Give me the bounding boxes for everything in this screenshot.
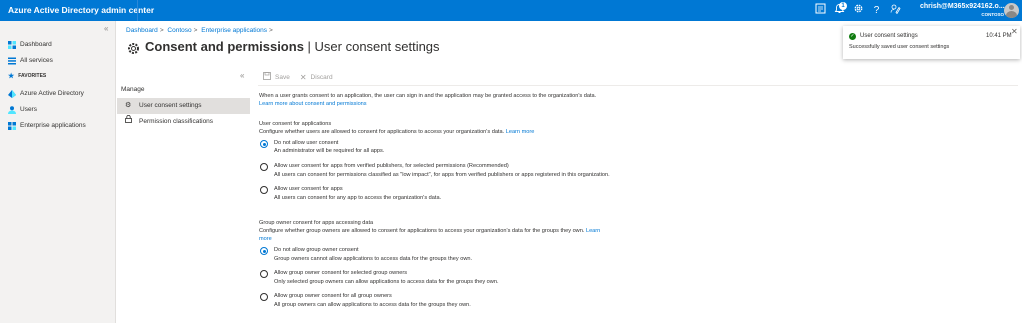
sidebar-item-enterprise-applications[interactable]: Enterprise applications <box>8 120 86 131</box>
group-consent-description: Configure whether group owners are allow… <box>259 228 600 236</box>
success-check-icon: ✓ <box>849 33 856 40</box>
breadcrumb-link-contoso[interactable]: Contoso <box>167 27 191 34</box>
breadcrumb-link-dashboard[interactable]: Dashboard <box>126 27 158 34</box>
option-label[interactable]: Allow group owner consent for selected g… <box>274 270 407 278</box>
sidebar-item-label: Dashboard <box>20 41 52 48</box>
gear-icon <box>126 41 141 56</box>
save-icon <box>263 72 271 82</box>
toast-time: 10:41 PM <box>986 33 1012 39</box>
sidebar-item-label: All services <box>20 57 53 64</box>
user-consent-heading: User consent for applications <box>259 121 332 127</box>
radio-do-not-allow-user-consent[interactable] <box>260 140 268 148</box>
tenant-name: CONTOSO <box>981 12 1004 17</box>
account-menu[interactable]: chrish@M365x924162.o... CONTOSO <box>920 2 1005 20</box>
radio-allow-all-group-owners[interactable] <box>260 293 268 301</box>
option-label[interactable]: Do not allow group owner consent <box>274 247 359 255</box>
group-consent-heading: Group owner consent for apps accessing d… <box>259 220 374 226</box>
notification-count-badge: 1 <box>839 2 847 10</box>
radio-do-not-allow-group-owner-consent[interactable] <box>260 247 268 255</box>
radio-allow-selected-group-owners[interactable] <box>260 270 268 278</box>
toolbar-divider <box>258 85 1018 86</box>
feedback-icon[interactable] <box>888 3 903 18</box>
close-icon[interactable]: ✕ <box>1011 27 1018 36</box>
toast-message: Successfully saved user consent settings <box>849 44 950 50</box>
radio-allow-verified-publishers[interactable] <box>260 163 268 171</box>
option-description: All users can consent for permissions cl… <box>274 172 610 178</box>
portal-feedback-icon[interactable] <box>813 3 828 18</box>
menu-item-user-consent-settings[interactable]: ⚙ User consent settings <box>117 98 250 114</box>
sidebar-item-azure-active-directory[interactable]: Azure Active Directory <box>8 88 84 99</box>
lock-icon <box>125 114 134 130</box>
breadcrumb-separator: > <box>193 27 198 34</box>
top-bar: Azure Active Directory admin center 1 ? … <box>0 0 1022 21</box>
group-consent-more-link[interactable]: more <box>259 236 272 244</box>
notification-toast[interactable]: ✓ User consent settings 10:41 PM ✕ Succe… <box>843 26 1020 59</box>
option-description: Group owners cannot allow applications t… <box>274 256 473 262</box>
toast-title: User consent settings <box>860 33 918 39</box>
portal-title[interactable]: Azure Active Directory admin center <box>8 5 154 15</box>
sidebar-item-label: Azure Active Directory <box>20 90 84 97</box>
menu-item-label: Permission classifications <box>139 118 214 125</box>
option-label[interactable]: Allow group owner consent for all group … <box>274 293 392 301</box>
group-consent-learn-link[interactable]: Learn <box>586 228 600 234</box>
menu-section-label: Manage <box>121 86 145 93</box>
radio-allow-user-consent[interactable] <box>260 186 268 194</box>
intro-text: When a user grants consent to an applica… <box>259 93 597 99</box>
page-title-sub: User consent settings <box>314 39 440 54</box>
menu-item-permission-classifications[interactable]: Permission classifications <box>117 114 250 130</box>
user-consent-learn-more-link[interactable]: Learn more <box>506 129 535 135</box>
group-consent-description-text: Configure whether group owners are allow… <box>259 228 585 234</box>
favorites-header: ★ FAVORITES <box>8 72 46 80</box>
star-icon: ★ <box>8 73 15 80</box>
user-name: chrish@M365x924162.o... <box>920 3 1005 10</box>
breadcrumb-separator: > <box>159 27 164 34</box>
user-consent-description: Configure whether users are allowed to c… <box>259 129 534 137</box>
brand-divider <box>137 0 138 21</box>
users-icon <box>8 105 16 114</box>
dashboard-icon <box>8 40 16 49</box>
option-description: All group owners can allow applications … <box>274 302 471 308</box>
sidebar-item-dashboard[interactable]: Dashboard <box>8 39 52 50</box>
option-description: All users can consent for any app to acc… <box>274 195 442 201</box>
collapse-sidebar-icon[interactable]: « <box>104 24 108 33</box>
menu-item-label: User consent settings <box>139 102 202 109</box>
save-label: Save <box>275 73 290 81</box>
option-label[interactable]: Do not allow user consent <box>274 140 338 148</box>
discard-button[interactable]: ✕ Discard <box>300 73 333 82</box>
option-label[interactable]: Allow user consent for apps from verifie… <box>274 163 509 171</box>
page-title-separator: | <box>303 39 315 54</box>
sidebar-item-users[interactable]: Users <box>8 104 37 115</box>
option-description: Only selected group owners can allow app… <box>274 279 499 285</box>
list-icon <box>8 57 16 65</box>
sidebar-item-all-services[interactable]: All services <box>8 55 53 66</box>
breadcrumb: Dashboard > Contoso > Enterprise applicati… <box>126 27 275 34</box>
sidebar-item-label: Enterprise applications <box>20 122 86 129</box>
sidebar-item-label: Users <box>20 106 37 113</box>
save-button[interactable]: Save <box>263 72 290 82</box>
option-label[interactable]: Allow user consent for apps <box>274 186 343 194</box>
portal-sidebar: « Dashboard All services ★ FAVORITES Azu… <box>0 21 116 323</box>
discard-label: Discard <box>310 73 333 81</box>
breadcrumb-separator: > <box>269 27 273 34</box>
gear-icon: ⚙ <box>125 102 132 109</box>
user-consent-description-text: Configure whether users are allowed to c… <box>259 129 505 135</box>
learn-more-consent-link[interactable]: Learn more about consent and permissions <box>259 101 367 109</box>
command-bar: Save ✕ Discard <box>263 72 343 82</box>
page-title: Consent and permissions | User consent s… <box>145 39 440 54</box>
more-options-button[interactable]: ··· <box>426 42 438 52</box>
collapse-menu-icon[interactable]: « <box>240 71 244 80</box>
close-icon: ✕ <box>299 72 307 82</box>
settings-icon[interactable] <box>851 3 866 18</box>
page-title-main: Consent and permissions <box>145 39 304 54</box>
help-icon[interactable]: ? <box>869 3 884 18</box>
favorites-label: FAVORITES <box>18 73 47 79</box>
avatar[interactable] <box>1004 3 1019 18</box>
breadcrumb-link-enterprise-applications[interactable]: Enterprise applications <box>201 27 267 34</box>
aad-icon <box>8 89 16 98</box>
apps-icon <box>8 121 16 130</box>
option-description: An administrator will be required for al… <box>274 148 385 154</box>
